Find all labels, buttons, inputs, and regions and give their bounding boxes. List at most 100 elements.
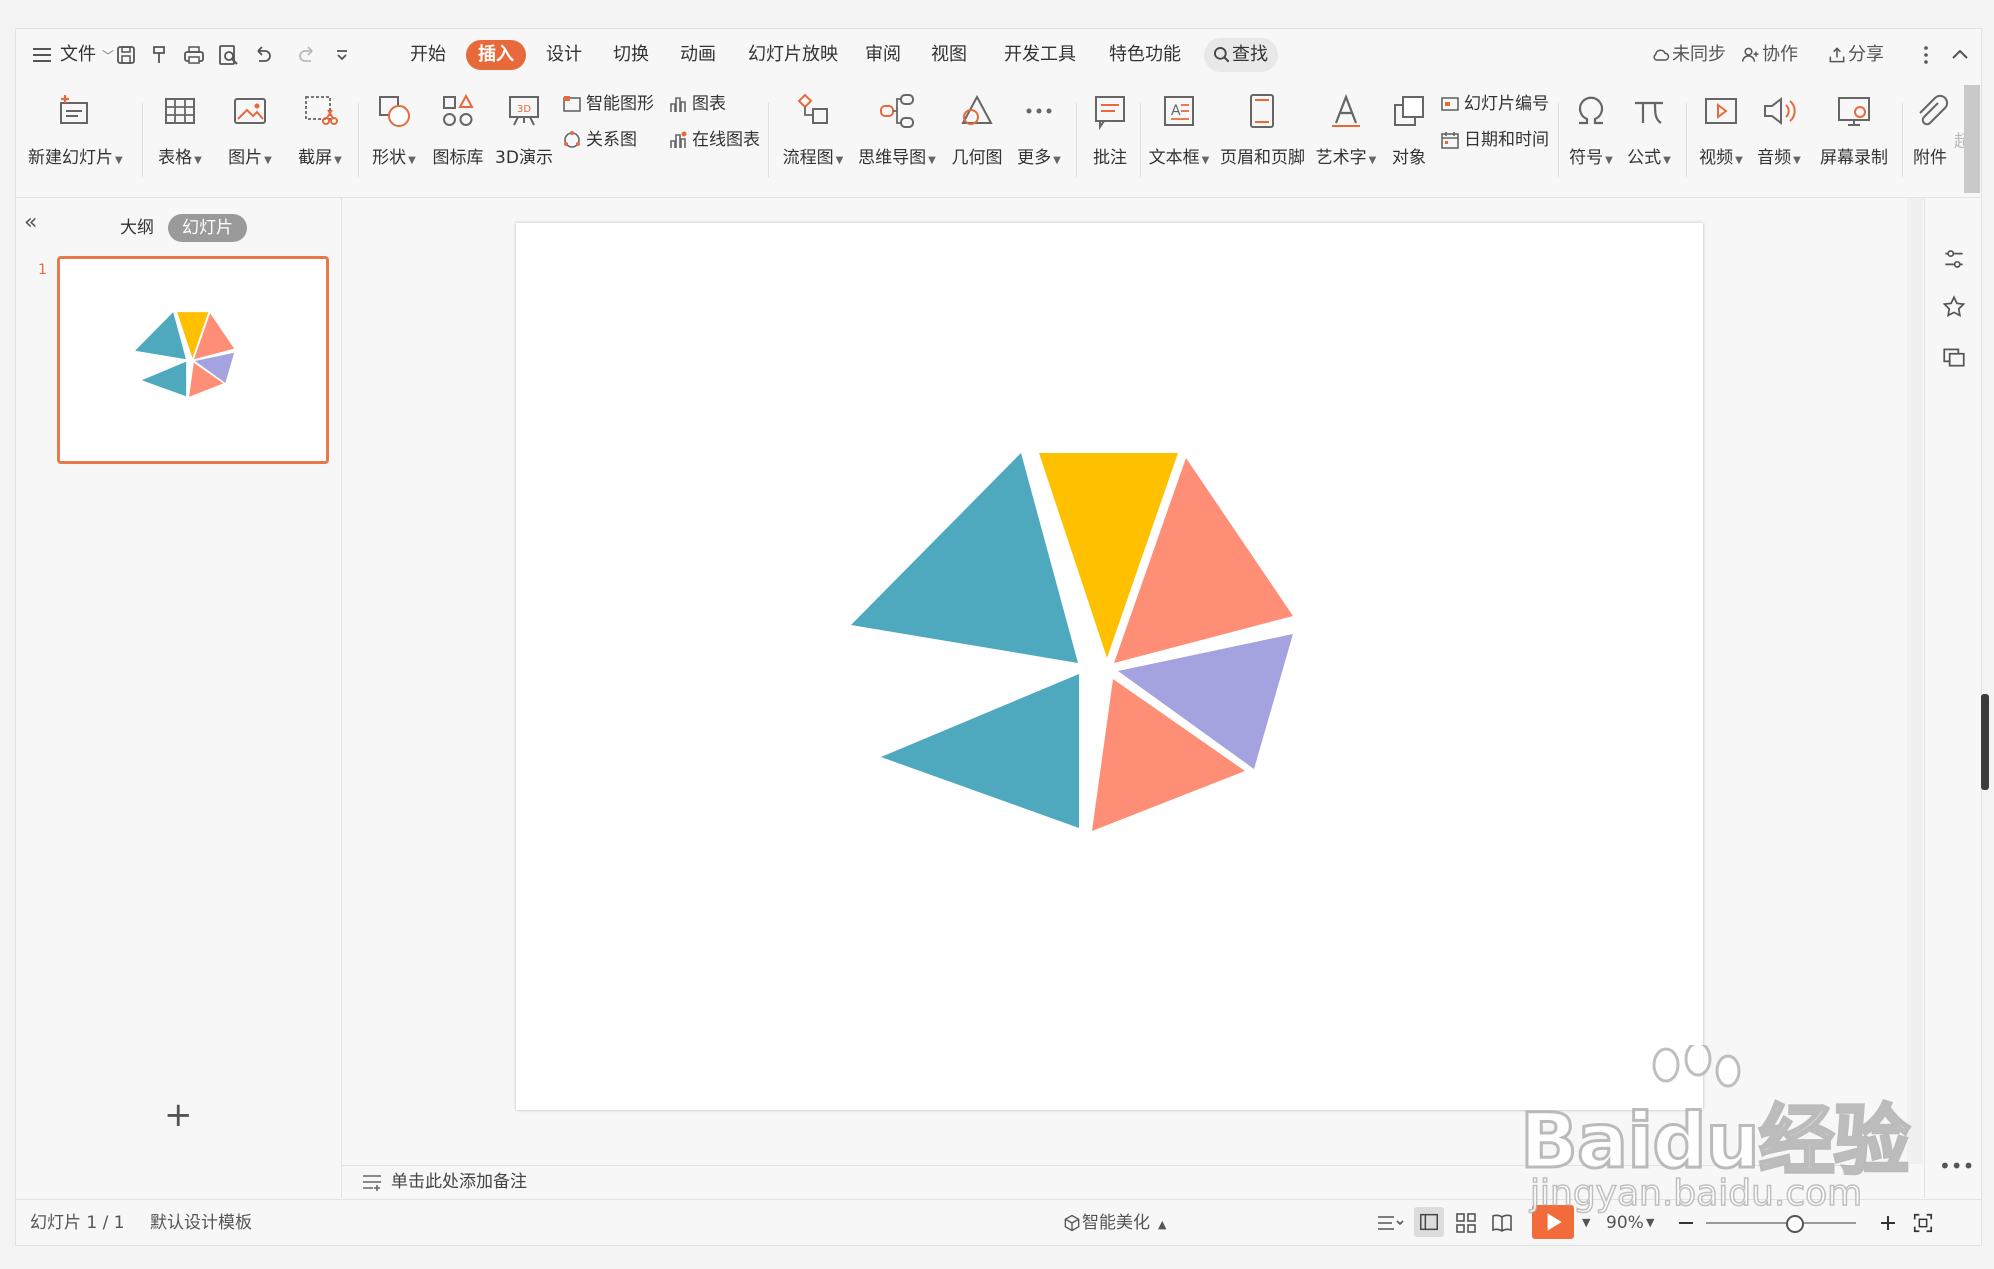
tab-developer[interactable]: 开发工具: [1004, 29, 1076, 81]
ribbon-scroll-right[interactable]: [1964, 85, 1980, 193]
hamburger-menu-icon[interactable]: [30, 43, 54, 67]
tab-animations[interactable]: 动画: [680, 29, 716, 81]
print-icon[interactable]: [182, 43, 206, 67]
icon-library-icon: [443, 93, 474, 126]
shapes-label: 形状: [372, 148, 407, 168]
tab-special-features[interactable]: 特色功能: [1109, 29, 1181, 81]
zoom-in-icon[interactable]: [1878, 1213, 1898, 1233]
datetime-label: 日期和时间: [1464, 130, 1549, 150]
comment-button[interactable]: 批注: [1084, 91, 1136, 168]
object-button[interactable]: 对象: [1386, 91, 1432, 168]
screen-record-button[interactable]: 屏幕录制: [1814, 91, 1894, 168]
reading-view-icon[interactable]: [1490, 1211, 1514, 1235]
tab-view[interactable]: 视图: [931, 29, 967, 81]
collapse-ribbon-icon[interactable]: [1948, 43, 1972, 67]
star-icon[interactable]: [1941, 294, 1967, 320]
search-button[interactable]: 查找: [1204, 38, 1278, 72]
smart-art-button[interactable]: 智能图形: [562, 91, 654, 117]
textbox-button[interactable]: A 文本框 ▼: [1146, 91, 1212, 168]
slide-panel: « 大纲 幻灯片 1 +: [16, 198, 342, 1198]
relation-chart-button[interactable]: 关系图: [562, 127, 637, 153]
format-painter-icon[interactable]: [148, 43, 172, 67]
geometry-button[interactable]: 几何图: [948, 91, 1006, 168]
icon-library-button[interactable]: 图标库: [428, 91, 488, 168]
side-drawer-handle[interactable]: [1981, 694, 1989, 790]
thumb-triangle-teal-top: [135, 312, 186, 360]
redo-icon[interactable]: [296, 43, 320, 67]
share-icon: [1829, 47, 1845, 63]
video-icon: [1705, 98, 1737, 124]
new-slide-button[interactable]: 新建幻灯片 ▼: [28, 91, 123, 168]
symbol-button[interactable]: 符号 ▼: [1566, 91, 1616, 168]
tab-outline[interactable]: 大纲: [106, 214, 168, 242]
file-menu[interactable]: 文件 ﹀: [60, 29, 114, 81]
slide-number-button[interactable]: 幻灯片编号: [1440, 91, 1549, 117]
zoom-slider-thumb[interactable]: [1786, 1215, 1804, 1233]
save-icon[interactable]: [114, 43, 138, 67]
notes-placeholder: 单击此处添加备注: [391, 1172, 527, 1192]
zoom-level[interactable]: 90%: [1606, 1200, 1644, 1246]
collapse-panel-icon[interactable]: «: [24, 210, 37, 235]
slide-sorter-icon[interactable]: [1454, 1211, 1478, 1235]
right-tool-panel: •••: [1924, 198, 1989, 1198]
smart-beautify-button[interactable]: 智能美化 ▲: [1062, 1200, 1166, 1246]
mindmap-button[interactable]: 思维导图 ▼: [856, 91, 938, 168]
slide-canvas[interactable]: [516, 223, 1703, 1110]
notes-view-icon[interactable]: [1376, 1212, 1404, 1234]
fit-window-icon[interactable]: [1912, 1212, 1934, 1234]
zoom-out-icon[interactable]: [1676, 1213, 1696, 1233]
slide-number-label: 幻灯片编号: [1464, 94, 1549, 114]
adjust-settings-icon[interactable]: [1941, 246, 1967, 272]
normal-view-icon: [1420, 1213, 1438, 1231]
undo-icon[interactable]: [250, 43, 274, 67]
picture-icon: [234, 98, 266, 124]
presentation-app: 文件 ﹀ 开始 插入 设计 切换 动画 幻灯片放映 审阅 视图 开发工具 特色功能…: [15, 28, 1989, 1246]
online-chart-button[interactable]: 在线图表: [668, 127, 760, 153]
screenshot-button[interactable]: 截屏 ▼: [292, 91, 348, 168]
share-button[interactable]: 分享: [1826, 29, 1884, 81]
tab-review[interactable]: 审阅: [865, 29, 901, 81]
chart-button[interactable]: 图表: [668, 91, 726, 117]
tab-transitions[interactable]: 切换: [613, 29, 649, 81]
3d-demo-button[interactable]: 3D 3D演示: [494, 91, 554, 168]
slide-scrollbar[interactable]: [1907, 198, 1923, 1164]
more-vertical-icon[interactable]: [1914, 43, 1938, 67]
collaborate-button[interactable]: 协作: [1740, 29, 1798, 81]
audio-button[interactable]: 音频 ▼: [1754, 91, 1804, 168]
slide-thumbnail[interactable]: [57, 256, 329, 464]
video-button[interactable]: 视频 ▼: [1696, 91, 1746, 168]
triangle-teal-bottom[interactable]: [881, 674, 1079, 828]
shapes-button[interactable]: 形状 ▼: [366, 91, 422, 168]
tab-slideshow[interactable]: 幻灯片放映: [748, 29, 838, 81]
datetime-button[interactable]: 日期和时间: [1440, 127, 1549, 153]
relation-chart-icon: [564, 131, 580, 148]
play-options-dropdown[interactable]: ▼: [1582, 1200, 1590, 1246]
play-slideshow-button[interactable]: [1532, 1205, 1574, 1239]
normal-view-button[interactable]: [1414, 1207, 1444, 1237]
sync-status[interactable]: 未同步: [1650, 29, 1726, 81]
attachment-button[interactable]: 附件: [1908, 91, 1952, 168]
header-footer-button[interactable]: 页眉和页脚: [1220, 91, 1305, 168]
tab-home[interactable]: 开始: [410, 29, 446, 81]
add-slide-button[interactable]: +: [164, 1098, 193, 1132]
more-panel-icon[interactable]: •••: [1939, 1154, 1974, 1178]
flowchart-button[interactable]: 流程图 ▼: [778, 91, 848, 168]
transform-icon[interactable]: [1941, 344, 1967, 370]
template-name[interactable]: 默认设计模板: [150, 1200, 252, 1246]
quick-access-dropdown-icon[interactable]: [330, 43, 354, 67]
tab-insert[interactable]: 插入: [466, 40, 526, 70]
tab-design[interactable]: 设计: [546, 29, 582, 81]
picture-button[interactable]: 图片 ▼: [222, 91, 278, 168]
formula-button[interactable]: 公式 ▼: [1624, 91, 1674, 168]
tab-slides[interactable]: 幻灯片: [168, 214, 247, 242]
more-button[interactable]: 更多 ▼: [1012, 91, 1066, 168]
zoom-slider-track[interactable]: [1706, 1222, 1856, 1224]
wordart-button[interactable]: 艺术字 ▼: [1314, 91, 1378, 168]
triangle-teal-top[interactable]: [851, 453, 1078, 663]
table-button[interactable]: 表格 ▼: [152, 91, 208, 168]
menu-bar: 文件 ﹀ 开始 插入 设计 切换 动画 幻灯片放映 审阅 视图 开发工具 特色功能…: [16, 29, 1981, 81]
notes-area[interactable]: 单击此处添加备注: [341, 1165, 1906, 1198]
print-preview-icon[interactable]: [216, 43, 240, 67]
zoom-dropdown[interactable]: ▼: [1646, 1200, 1654, 1246]
omega-symbol-icon: [1578, 96, 1604, 125]
